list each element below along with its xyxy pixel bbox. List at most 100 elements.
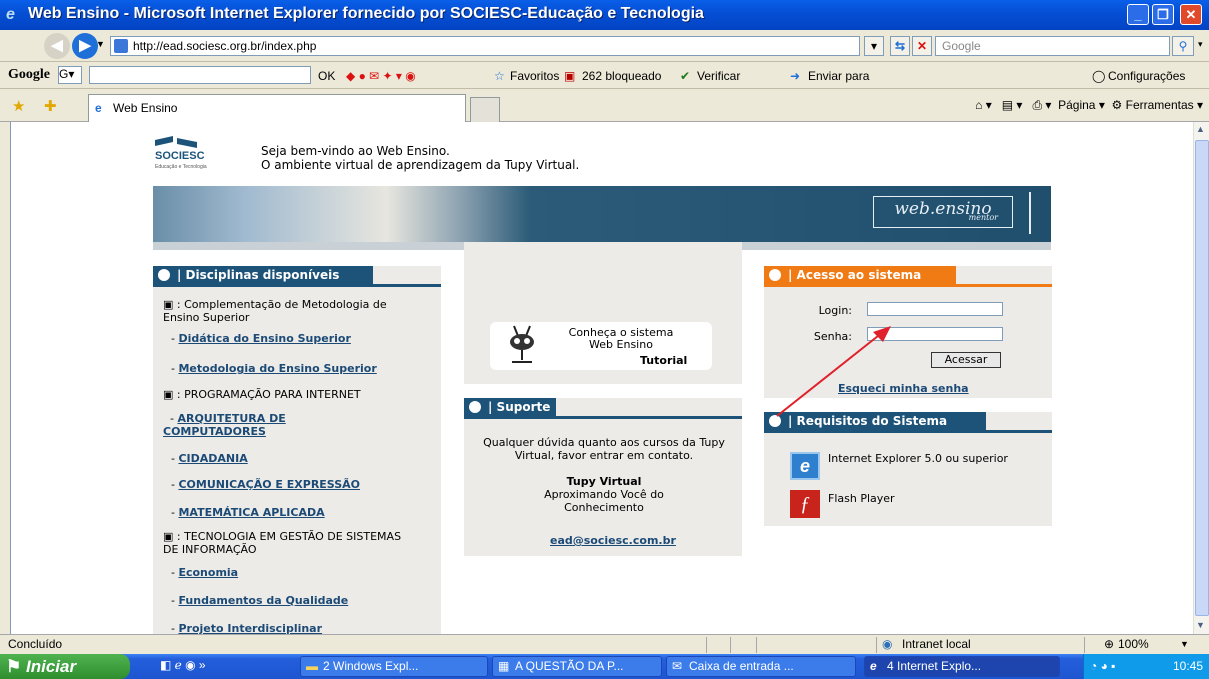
search-options-icon[interactable]: ▾: [1198, 39, 1203, 50]
tutorial-line-2: Web Ensino: [589, 338, 653, 351]
tools-menu-button[interactable]: ⚙ Ferramentas ▾: [1112, 98, 1203, 112]
start-label: Iniciar: [26, 657, 77, 676]
check-button[interactable]: Verificar: [697, 69, 740, 83]
task-label: 4 Internet Explo...: [887, 659, 982, 673]
refresh-button[interactable]: ⇆: [890, 36, 910, 56]
ok-button[interactable]: OK: [318, 69, 335, 83]
start-button[interactable]: ⚑ Iniciar: [0, 654, 130, 679]
link-cidadania[interactable]: CIDADANIA: [178, 452, 247, 465]
search-input[interactable]: Google: [935, 36, 1170, 56]
annotation-arrow: [776, 326, 891, 417]
ie-task-icon: e: [870, 659, 877, 673]
status-bar: Concluído ◉ Intranet local ⊕ 100% ▼: [0, 634, 1209, 654]
favorites-button[interactable]: Favoritos: [510, 69, 559, 83]
send-to-button[interactable]: Enviar para: [808, 69, 869, 83]
link-metodologia[interactable]: Metodologia do Ensino Superior: [178, 362, 376, 375]
greeting: Seja bem-vindo ao Web Ensino. O ambiente…: [261, 144, 579, 172]
vertical-scrollbar[interactable]: ▲ ▼: [1193, 122, 1209, 634]
home-icon[interactable]: ⌂ ▾: [975, 98, 992, 112]
zoom-level[interactable]: 100%: [1118, 635, 1149, 654]
google-g-button[interactable]: G▾: [58, 66, 82, 84]
address-input[interactable]: http://ead.sociesc.org.br/index.php: [110, 36, 860, 56]
stop-button[interactable]: ✕: [912, 36, 932, 56]
word-icon: ▦: [498, 659, 510, 673]
command-bar: ⌂ ▾ ▤ ▾ ⎙ ▾ Página ▾ ⚙ Ferramentas ▾: [975, 98, 1203, 113]
requisito-ie: Internet Explorer 5.0 ou superior: [828, 452, 1008, 465]
flash-player-icon[interactable]: ƒ: [790, 490, 820, 518]
new-tab-button[interactable]: [470, 97, 500, 122]
page-viewport: SOCIESC Educação e Tecnologia Seja bem-v…: [10, 122, 1193, 634]
close-button[interactable]: ✕: [1180, 4, 1202, 25]
tab-row: ★ ✚ e Web Ensino ⌂ ▾ ▤ ▾ ⎙ ▾ Página ▾ ⚙ …: [0, 90, 1209, 122]
send-icon: ➜: [790, 69, 801, 83]
header-rule: [153, 284, 441, 287]
clock: 10:45: [1172, 659, 1203, 673]
tab-web-ensino[interactable]: e Web Ensino: [88, 94, 466, 122]
star-icon: ☆: [494, 69, 505, 83]
task-word-document[interactable]: ▦ A QUESTÃO DA P...: [492, 656, 662, 677]
settings-button[interactable]: Configurações: [1108, 69, 1185, 83]
google-search-input[interactable]: [89, 66, 311, 84]
maximize-button[interactable]: ❐: [1152, 4, 1174, 25]
disciplinas-title: | Disciplinas disponíveis: [177, 268, 340, 282]
greeting-line-1: Seja bem-vindo ao Web Ensino.: [261, 144, 450, 158]
link-dash: - Fundamentos da Qualidade: [171, 594, 349, 607]
status-divider: [730, 637, 731, 653]
url-text: http://ead.sociesc.org.br/index.php: [133, 39, 317, 53]
task-windows-explorer[interactable]: ▬ 2 Windows Expl...: [300, 656, 488, 677]
link-projeto[interactable]: Projeto Interdisciplinar: [178, 622, 322, 634]
tray-icons[interactable]: ◔ ◕ ▪: [1090, 654, 1115, 679]
system-tray: ◔ ◕ ▪ 10:45: [1083, 654, 1209, 679]
link-comunicacao[interactable]: COMUNICAÇÃO E EXPRESSÃO: [178, 478, 360, 491]
page-menu-label: Página: [1058, 98, 1096, 112]
forward-button[interactable]: ▶: [72, 33, 98, 59]
title-bar[interactable]: e Web Ensino - Microsoft Internet Explor…: [0, 0, 1209, 30]
tutorial-panel: Conheça o sistema Web Ensino Tutorial: [464, 242, 742, 384]
bullet-icon: [158, 269, 170, 281]
tutorial-card[interactable]: Conheça o sistema Web Ensino Tutorial: [490, 322, 712, 370]
task-inbox[interactable]: ✉ Caixa de entrada ...: [666, 656, 856, 677]
link-didatica[interactable]: Didática do Ensino Superior: [178, 332, 350, 345]
status-divider: [706, 637, 707, 653]
internet-explorer-icon[interactable]: e: [790, 452, 820, 480]
login-input[interactable]: [867, 302, 1003, 316]
add-favorites-icon[interactable]: ✚: [44, 97, 57, 115]
task-internet-explorer[interactable]: e 4 Internet Explo...: [864, 656, 1060, 677]
task-label: Caixa de entrada ...: [689, 659, 794, 673]
header-banner: web.ensino mentor: [153, 186, 1051, 250]
favorites-star-icon[interactable]: ★: [12, 97, 25, 115]
link-dash: - Economia: [171, 566, 239, 579]
zoom-dropdown-icon[interactable]: ▼: [1180, 635, 1189, 654]
feeds-icon[interactable]: ▤ ▾: [1002, 98, 1023, 112]
acesso-header: | Acesso ao sistema: [764, 266, 956, 284]
page-menu-button[interactable]: Página ▾: [1058, 98, 1105, 112]
print-icon[interactable]: ⎙ ▾: [1032, 98, 1051, 112]
quick-launch-icons[interactable]: ◧ ℯ ◉ »: [160, 658, 206, 672]
link-dash: - MATEMÁTICA APLICADA: [171, 506, 325, 519]
greeting-line-2: O ambiente virtual de aprendizagem da Tu…: [261, 158, 580, 172]
suporte-header: | Suporte: [464, 398, 556, 416]
link-matematica[interactable]: MATEMÁTICA APLICADA: [178, 506, 324, 519]
spellcheck-icon: ✔: [680, 69, 691, 83]
login-label: Login:: [818, 304, 852, 317]
address-dropdown-button[interactable]: ▾: [864, 36, 884, 56]
search-icon[interactable]: ⚲: [1172, 36, 1194, 56]
scroll-up-icon[interactable]: ▲: [1196, 124, 1205, 134]
scroll-thumb[interactable]: [1195, 140, 1209, 616]
acessar-button[interactable]: Acessar: [931, 352, 1001, 368]
link-arquitetura[interactable]: ARQUITETURA DE COMPUTADORES: [163, 412, 286, 438]
history-dropdown-icon[interactable]: ▼: [96, 39, 105, 49]
link-economia[interactable]: Economia: [178, 566, 238, 579]
logo-text: SOCIESC: [155, 150, 205, 162]
page-icon: [114, 39, 128, 53]
back-button[interactable]: ◀: [44, 33, 70, 59]
support-email-link[interactable]: ead@sociesc.com.br: [550, 534, 676, 547]
link-fundamentos[interactable]: Fundamentos da Qualidade: [178, 594, 348, 607]
minimize-button[interactable]: _: [1127, 4, 1149, 25]
status-divider: [876, 637, 877, 653]
zoom-icon[interactable]: ⊕: [1104, 635, 1114, 654]
popup-blocked-count[interactable]: 262 bloqueado: [582, 69, 661, 83]
toolbar-icons[interactable]: ◆ ● ✉ ✦ ▾ ◉: [346, 69, 416, 83]
acesso-title: | Acesso ao sistema: [788, 268, 922, 282]
scroll-down-icon[interactable]: ▼: [1196, 620, 1205, 630]
